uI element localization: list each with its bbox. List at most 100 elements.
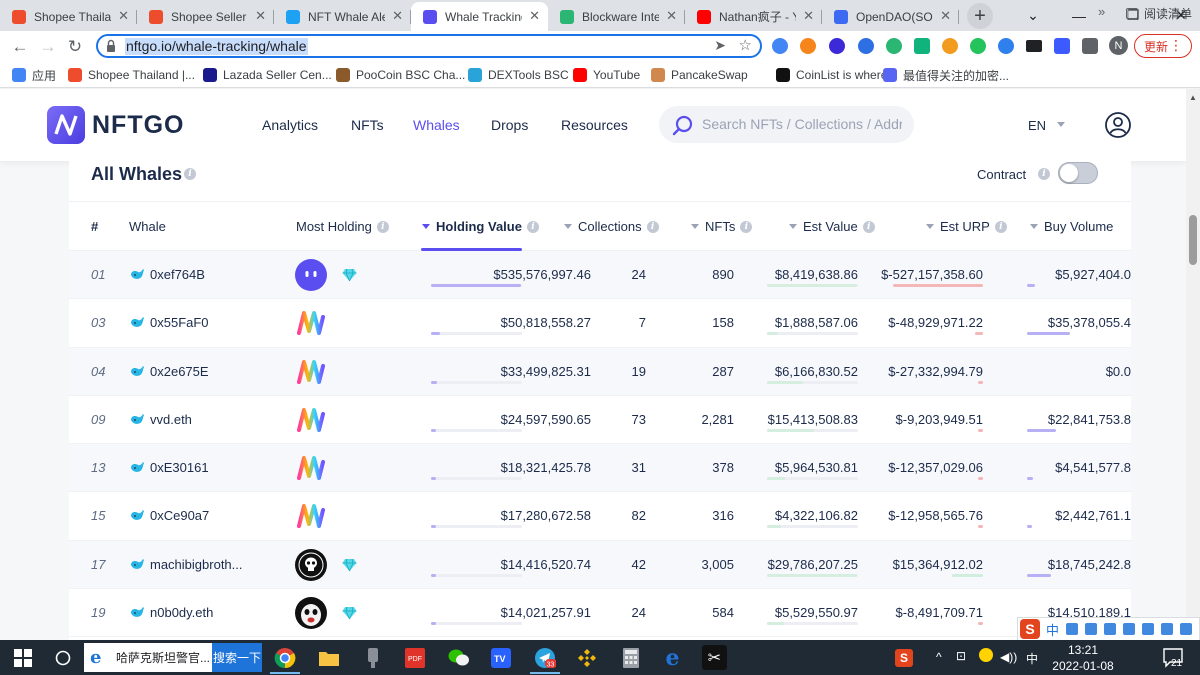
new-tab-icon[interactable]: + xyxy=(967,3,993,29)
close-tab-icon[interactable]: ✕ xyxy=(392,8,403,24)
puzzle-extensions-icon[interactable] xyxy=(1082,38,1098,54)
table-row[interactable]: 03 0x55FaF0 $50,818,558.27 7 158 $1,888,587.0… xyxy=(69,299,1131,348)
chevron-down-icon[interactable] xyxy=(1057,122,1065,127)
reading-list-button[interactable]: 阅读清单 xyxy=(1126,5,1192,22)
chrome-icon[interactable] xyxy=(272,645,297,670)
info-icon[interactable]: i xyxy=(740,220,753,233)
ime-keyboard-icon[interactable] xyxy=(1123,623,1136,635)
skull-badge-icon[interactable] xyxy=(295,548,327,581)
wechat-icon[interactable] xyxy=(446,645,471,670)
info-icon[interactable]: i xyxy=(1038,168,1050,180)
system-clock[interactable]: 13:21 2022-01-08 xyxy=(1046,642,1120,674)
browser-tab[interactable]: Shopee Thailand ✕ xyxy=(0,2,137,31)
column-holding-value[interactable]: Holding Value i xyxy=(422,219,539,234)
contract-toggle[interactable] xyxy=(1058,162,1098,184)
column-est-urp[interactable]: Est URP i xyxy=(926,219,1007,234)
profile-avatar[interactable]: N xyxy=(1109,36,1128,55)
column-est-value[interactable]: Est Value i xyxy=(789,219,875,234)
info-icon[interactable]: i xyxy=(994,220,1007,233)
whale-address-link[interactable]: 0x2e675E xyxy=(150,364,209,379)
bookmark-item[interactable]: Lazada Seller Cen... xyxy=(203,67,332,83)
nav-whales[interactable]: Whales xyxy=(413,117,460,133)
info-icon[interactable]: i xyxy=(184,168,196,180)
nav-resources[interactable]: Resources xyxy=(561,117,628,133)
close-tab-icon[interactable]: ✕ xyxy=(529,8,540,24)
nav-analytics[interactable]: Analytics xyxy=(262,117,318,133)
whale-address-link[interactable]: 0xef764B xyxy=(150,267,205,282)
whale-address-link[interactable]: 0xCe90a7 xyxy=(150,508,209,523)
address-bar[interactable]: nftgo.io/whale-tracking/whale ➤ ☆ xyxy=(96,34,762,58)
tray-language[interactable]: 中 xyxy=(1026,650,1038,667)
cortana-icon[interactable] xyxy=(50,645,75,670)
minimize-icon[interactable]: — xyxy=(1056,0,1102,31)
calculator-icon[interactable] xyxy=(618,645,643,670)
close-tab-icon[interactable]: ✕ xyxy=(803,8,814,24)
column-nfts[interactable]: NFTs i xyxy=(691,219,753,234)
ime-skin-icon[interactable] xyxy=(1142,623,1155,635)
info-icon[interactable]: i xyxy=(862,220,875,233)
ime-voice-icon[interactable] xyxy=(1104,623,1117,635)
table-row[interactable]: 17 machibigbroth... $14,416,520.74 42 3,005 $… xyxy=(69,540,1131,590)
window-caret-icon[interactable]: ⌄ xyxy=(1010,0,1056,31)
browser-tab[interactable]: Nathan疯子 - YouTube ✕ xyxy=(685,2,822,31)
browser-tab[interactable]: OpenDAO(SOS) ✕ xyxy=(822,2,959,31)
metamask-extension-icon[interactable] xyxy=(800,38,816,54)
ime-punctuation-icon[interactable] xyxy=(1066,623,1079,635)
site-search[interactable] xyxy=(659,106,914,143)
column-collections[interactable]: Collections i xyxy=(564,219,659,234)
bookmark-item[interactable]: 应用 xyxy=(12,67,56,83)
browser-tab[interactable]: Shopee Seller Centre ✕ xyxy=(137,2,274,31)
scroll-up-icon[interactable]: ▲ xyxy=(1189,93,1197,102)
extension-icon[interactable] xyxy=(858,38,874,54)
url-text[interactable]: nftgo.io/whale-tracking/whale xyxy=(125,38,308,55)
extension-icon[interactable] xyxy=(942,38,958,54)
tray-app-icon[interactable] xyxy=(979,648,993,662)
volume-icon[interactable]: ◀)) xyxy=(1000,650,1017,664)
nav-nfts[interactable]: NFTs xyxy=(351,117,384,133)
nav-drops[interactable]: Drops xyxy=(491,117,528,133)
forward-icon[interactable]: → xyxy=(36,35,60,59)
table-row[interactable]: 04 0x2e675E $33,499,825.31 19 287 $6,166,830.… xyxy=(69,347,1131,396)
app-icon[interactable] xyxy=(360,645,385,670)
extension-icon[interactable] xyxy=(998,38,1014,54)
sogou-tray-icon[interactable]: S xyxy=(893,645,915,670)
bookmark-item[interactable]: YouTube xyxy=(573,67,640,83)
nftgo-logo[interactable]: NFTGO xyxy=(47,106,185,144)
bookmark-item[interactable]: CoinList is where... xyxy=(776,67,897,83)
page-scrollbar[interactable]: ▲ ▼ xyxy=(1186,89,1200,640)
rainbow-wave-icon[interactable] xyxy=(295,307,327,339)
scrollbar-thumb[interactable] xyxy=(1189,215,1197,265)
extension-icon[interactable] xyxy=(886,38,902,54)
extension-icon[interactable] xyxy=(829,38,845,54)
table-row[interactable]: 15 0xCe90a7 $17,280,672.58 82 316 $4,322,106.… xyxy=(69,492,1131,541)
bookmarks-overflow-icon[interactable]: » xyxy=(1098,4,1105,19)
whale-address-link[interactable]: machibigbroth... xyxy=(150,557,243,572)
bookmark-item[interactable]: Shopee Thailand |... xyxy=(68,67,195,83)
extension-icon[interactable] xyxy=(1026,40,1042,52)
bookmark-item[interactable]: PooCoin BSC Cha... xyxy=(336,67,465,83)
windows-start-icon[interactable] xyxy=(10,645,35,670)
translate-extension-icon[interactable] xyxy=(772,38,788,54)
user-account-icon[interactable] xyxy=(1105,112,1131,138)
browser-tab[interactable]: Whale Tracking ✕ xyxy=(411,2,548,31)
whale-address-link[interactable]: n0b0dy.eth xyxy=(150,605,213,620)
close-tab-icon[interactable]: ✕ xyxy=(940,8,951,24)
browser-tab[interactable]: NFT Whale Alert ✕ xyxy=(274,2,411,31)
extension-icon[interactable] xyxy=(970,38,986,54)
tray-overflow-icon[interactable]: ^ xyxy=(936,650,942,664)
language-selector[interactable]: EN xyxy=(1028,118,1046,133)
whale-address-link[interactable]: vvd.eth xyxy=(150,412,192,427)
ape-face-icon[interactable] xyxy=(295,597,327,630)
ime-emoji-icon[interactable] xyxy=(1085,623,1098,635)
close-tab-icon[interactable]: ✕ xyxy=(118,8,129,24)
capcut-icon[interactable]: ✂ xyxy=(702,645,727,670)
reload-icon[interactable]: ↻ xyxy=(63,35,87,59)
file-explorer-icon[interactable] xyxy=(316,645,341,670)
notification-center-icon[interactable]: 21 xyxy=(1162,646,1184,669)
ime-tools-icon[interactable] xyxy=(1180,623,1193,635)
update-button[interactable]: 更新 ⋮ xyxy=(1134,34,1192,58)
tradingview-icon[interactable]: TV xyxy=(488,645,513,670)
whale-address-link[interactable]: 0xE30161 xyxy=(150,460,209,475)
column-buy-volume[interactable]: Buy Volume xyxy=(1030,219,1131,234)
table-row[interactable]: 09 vvd.eth $24,597,590.65 73 2,281 $15,413,50… xyxy=(69,395,1131,445)
